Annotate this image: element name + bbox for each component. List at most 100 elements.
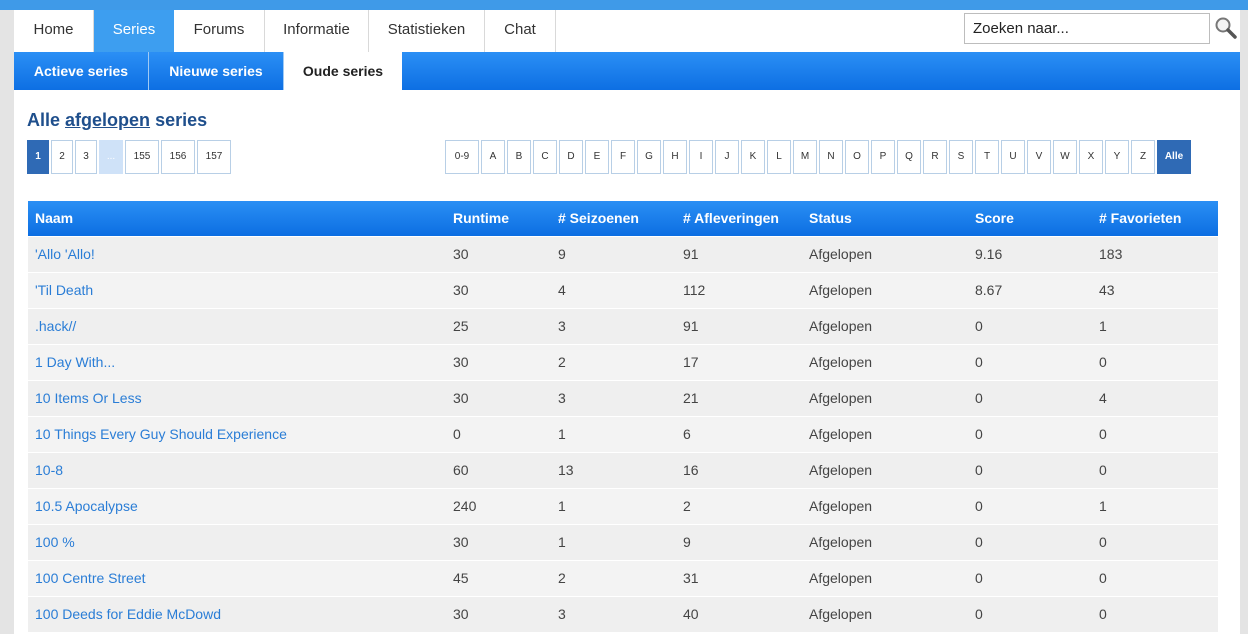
page-link[interactable]: 2 xyxy=(51,140,73,174)
letter-link[interactable]: D xyxy=(559,140,583,174)
score-cell: 0 xyxy=(968,379,1092,416)
status-cell: Afgelopen xyxy=(802,307,968,344)
series-name-link[interactable]: 100 Centre Street xyxy=(28,559,446,596)
score-cell: 9.16 xyxy=(968,235,1092,272)
letter-link[interactable]: C xyxy=(533,140,557,174)
subnav-tab-nieuwe-series[interactable]: Nieuwe series xyxy=(149,52,284,90)
runtime-cell: 45 xyxy=(446,559,551,596)
runtime-cell: 30 xyxy=(446,595,551,632)
favorites-cell: 0 xyxy=(1092,595,1218,632)
letter-link[interactable]: Z xyxy=(1131,140,1155,174)
runtime-cell: 0 xyxy=(446,415,551,452)
letter-link[interactable]: J xyxy=(715,140,739,174)
series-name-link[interactable]: 'Allo 'Allo! xyxy=(28,235,446,272)
letter-link[interactable]: W xyxy=(1053,140,1077,174)
episodes-cell: 40 xyxy=(676,595,802,632)
letter-link[interactable]: Q xyxy=(897,140,921,174)
column-header-naam[interactable]: Naam xyxy=(28,201,446,236)
subnav-tab-actieve-series[interactable]: Actieve series xyxy=(14,52,149,90)
nav-tab-chat[interactable]: Chat xyxy=(485,10,556,52)
seasons-cell: 13 xyxy=(551,451,676,488)
letter-link[interactable]: K xyxy=(741,140,765,174)
letter-link[interactable]: V xyxy=(1027,140,1051,174)
letter-link[interactable]: L xyxy=(767,140,791,174)
runtime-cell: 30 xyxy=(446,235,551,272)
nav-tab-statistieken[interactable]: Statistieken xyxy=(369,10,485,52)
episodes-cell: 112 xyxy=(676,271,802,308)
page-link[interactable]: 157 xyxy=(197,140,231,174)
series-name-link[interactable]: .hack// xyxy=(28,307,446,344)
series-name-link[interactable]: 10-8 xyxy=(28,451,446,488)
series-name-link[interactable]: 'Til Death xyxy=(28,271,446,308)
heading-link-afgelopen[interactable]: afgelopen xyxy=(65,110,150,130)
table-row: 1 Day With... 30 2 17 Afgelopen 0 0 xyxy=(28,343,1218,380)
letter-link[interactable]: T xyxy=(975,140,999,174)
column-header-status[interactable]: Status xyxy=(802,201,968,236)
episodes-cell: 6 xyxy=(676,415,802,452)
top-accent-bar xyxy=(0,0,1248,10)
letter-link[interactable]: X xyxy=(1079,140,1103,174)
seasons-cell: 3 xyxy=(551,379,676,416)
favorites-cell: 0 xyxy=(1092,415,1218,452)
letter-link[interactable]: Y xyxy=(1105,140,1129,174)
letter-link[interactable]: A xyxy=(481,140,505,174)
letter-link[interactable]: Alle xyxy=(1157,140,1191,174)
series-name-link[interactable]: 100 Deeds for Eddie McDowd xyxy=(28,595,446,632)
page-link[interactable]: 156 xyxy=(161,140,195,174)
score-cell: 0 xyxy=(968,307,1092,344)
episodes-cell: 9 xyxy=(676,523,802,560)
series-name-link[interactable]: 100 % xyxy=(28,523,446,560)
letter-link[interactable]: O xyxy=(845,140,869,174)
nav-tab-forums[interactable]: Forums xyxy=(174,10,265,52)
letter-link[interactable]: U xyxy=(1001,140,1025,174)
letter-link[interactable]: 0-9 xyxy=(445,140,479,174)
status-cell: Afgelopen xyxy=(802,559,968,596)
column-header-afleveringen[interactable]: # Afleveringen xyxy=(676,201,802,236)
episodes-cell: 21 xyxy=(676,379,802,416)
search-input[interactable] xyxy=(964,13,1210,44)
page-link[interactable]: 3 xyxy=(75,140,97,174)
runtime-cell: 240 xyxy=(446,487,551,524)
letter-link[interactable]: H xyxy=(663,140,687,174)
nav-tab-informatie[interactable]: Informatie xyxy=(265,10,369,52)
letter-link[interactable]: I xyxy=(689,140,713,174)
nav-tab-home[interactable]: Home xyxy=(14,10,94,52)
table-row: 10.5 Apocalypse 240 1 2 Afgelopen 0 1 xyxy=(28,487,1218,524)
series-table: Naam Runtime # Seizoenen # Afleveringen … xyxy=(28,201,1218,632)
series-name-link[interactable]: 10 Things Every Guy Should Experience xyxy=(28,415,446,452)
letter-link[interactable]: B xyxy=(507,140,531,174)
series-name-link[interactable]: 10.5 Apocalypse xyxy=(28,487,446,524)
seasons-cell: 3 xyxy=(551,307,676,344)
letter-link[interactable]: N xyxy=(819,140,843,174)
favorites-cell: 1 xyxy=(1092,307,1218,344)
letter-link[interactable]: S xyxy=(949,140,973,174)
runtime-cell: 30 xyxy=(446,379,551,416)
favorites-cell: 0 xyxy=(1092,559,1218,596)
letter-link[interactable]: F xyxy=(611,140,635,174)
column-header-seizoenen[interactable]: # Seizoenen xyxy=(551,201,676,236)
score-cell: 0 xyxy=(968,487,1092,524)
table-row: 10 Items Or Less 30 3 21 Afgelopen 0 4 xyxy=(28,379,1218,416)
search-button[interactable] xyxy=(1214,16,1238,40)
episodes-cell: 2 xyxy=(676,487,802,524)
status-cell: Afgelopen xyxy=(802,343,968,380)
letter-link[interactable]: G xyxy=(637,140,661,174)
subnav-tab-oude-series[interactable]: Oude series xyxy=(284,52,402,92)
letter-link[interactable]: E xyxy=(585,140,609,174)
page-pagination: 1 2 3... 155 156 157 xyxy=(27,140,231,174)
page-link[interactable]: 155 xyxy=(125,140,159,174)
column-header-favorieten[interactable]: # Favorieten xyxy=(1092,201,1218,236)
page-link[interactable]: 1 xyxy=(27,140,49,174)
runtime-cell: 30 xyxy=(446,523,551,560)
nav-tab-series[interactable]: Series xyxy=(94,10,174,52)
series-name-link[interactable]: 1 Day With... xyxy=(28,343,446,380)
seasons-cell: 2 xyxy=(551,343,676,380)
column-header-runtime[interactable]: Runtime xyxy=(446,201,551,236)
letter-link[interactable]: R xyxy=(923,140,947,174)
series-name-link[interactable]: 10 Items Or Less xyxy=(28,379,446,416)
episodes-cell: 31 xyxy=(676,559,802,596)
runtime-cell: 60 xyxy=(446,451,551,488)
letter-link[interactable]: P xyxy=(871,140,895,174)
letter-link[interactable]: M xyxy=(793,140,817,174)
column-header-score[interactable]: Score xyxy=(968,201,1092,236)
